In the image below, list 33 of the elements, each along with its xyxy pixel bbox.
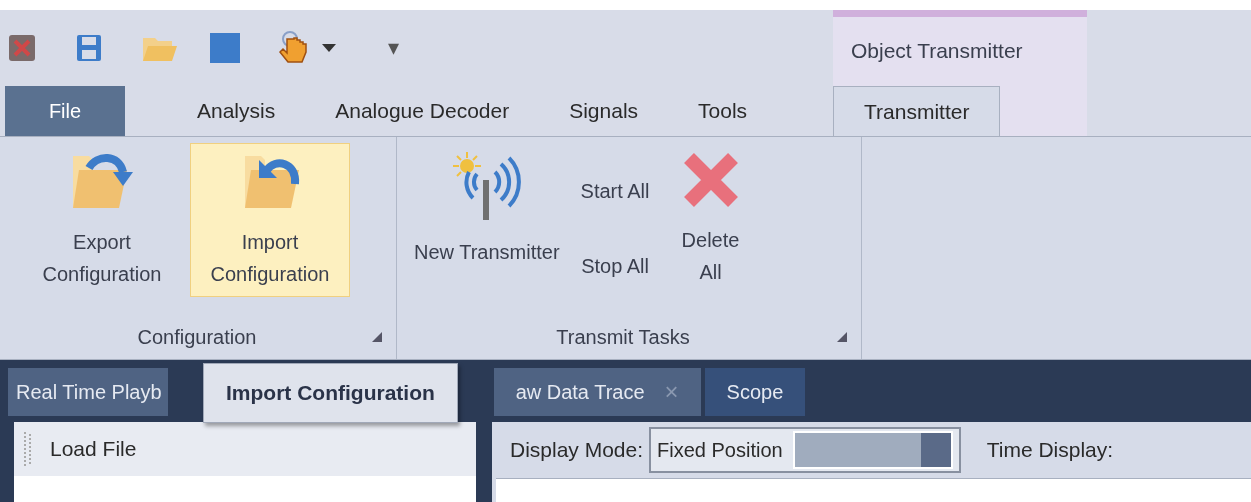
ribbon-button[interactable]: Delete All — [665, 143, 756, 295]
document-tab[interactable]: Real Time Playb — [8, 368, 168, 416]
display-mode-value: Fixed Position — [657, 438, 783, 463]
ribbon-tab[interactable]: Analysis — [167, 86, 306, 136]
ribbon-button[interactable]: Start All — [572, 173, 658, 208]
tooltip: Import Configuration — [203, 363, 458, 423]
ribbon-tab[interactable]: Signals — [539, 86, 669, 136]
ribbon-button[interactable]: Export Configuration — [22, 143, 182, 297]
customize-menu[interactable]: ▾ — [388, 36, 399, 59]
time-display-label: Time Display: — [986, 437, 1114, 464]
ribbon-tab[interactable]: Tools — [668, 86, 778, 136]
stop-icon[interactable] — [210, 32, 240, 63]
document-tab[interactable]: Scope — [704, 368, 806, 416]
grip-icon[interactable] — [24, 432, 32, 466]
dialog-launcher-icon[interactable] — [837, 332, 847, 342]
file-tab[interactable]: File — [5, 86, 125, 136]
contextual-group-title: Object Transmitter — [850, 38, 1024, 65]
document-tab[interactable]: aw Data Trace × — [493, 368, 701, 416]
hand-pointer-icon[interactable] — [278, 30, 310, 65]
panel-title: Load File — [50, 436, 137, 463]
ribbon-button[interactable]: New Transmitter — [409, 143, 565, 275]
close-icon[interactable] — [8, 33, 36, 62]
group-title: Transmit Tasks — [555, 325, 691, 350]
group-title: Configuration — [136, 325, 258, 350]
display-mode-toggle[interactable]: Fixed Position — [649, 427, 961, 473]
dialog-launcher-icon[interactable] — [372, 332, 382, 342]
caret-icon[interactable] — [322, 43, 336, 52]
display-mode-label: Display Mode: — [510, 437, 644, 464]
save-icon[interactable] — [76, 33, 102, 62]
ribbon-button[interactable]: Stop All — [572, 248, 658, 283]
ribbon-tab[interactable]: Transmitter — [833, 86, 1001, 136]
ribbon-tab[interactable]: Analogue Decoder — [305, 86, 540, 136]
ribbon-button[interactable]: Import Configuration — [190, 143, 350, 297]
